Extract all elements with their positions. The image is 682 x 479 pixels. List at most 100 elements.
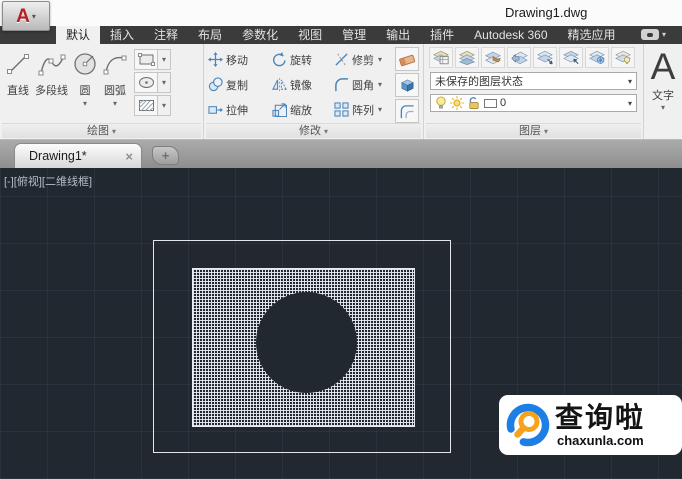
- array-button[interactable]: 阵列 ▾: [334, 97, 400, 122]
- document-title: Drawing1.dwg: [505, 5, 587, 20]
- chevron-down-icon: ▾: [113, 99, 117, 108]
- arc-icon: [102, 48, 128, 80]
- offset-icon: [399, 104, 415, 119]
- chevron-down-icon: ▾: [378, 80, 382, 89]
- explode-icon: [399, 77, 416, 93]
- fillet-icon: [334, 77, 349, 92]
- layer-isolate-icon: [536, 50, 554, 65]
- panel-layers: 未保存的图层状态 ▾ 0 ▾ 图层▾: [424, 44, 644, 139]
- tab-annotate[interactable]: 注释: [144, 26, 188, 44]
- chevron-down-icon: ▾: [644, 103, 682, 112]
- rotate-icon: [272, 52, 287, 67]
- fillet-button[interactable]: 圆角 ▾: [334, 72, 400, 97]
- rectangle-button[interactable]: [134, 49, 158, 70]
- text-button[interactable]: A: [644, 47, 682, 87]
- hatch-icon: [138, 99, 155, 112]
- layer-match-icon: [458, 50, 476, 65]
- layer-dropdown[interactable]: 0 ▾: [430, 94, 637, 112]
- viewport-controls[interactable]: [-][俯视][二维线框]: [4, 173, 92, 189]
- chevron-down-icon: ▾: [112, 127, 116, 136]
- stretch-button[interactable]: 拉伸: [208, 97, 272, 122]
- polyline-icon: [37, 48, 67, 80]
- chevron-down-icon: ▾: [83, 99, 87, 108]
- camera-icon: [641, 29, 659, 40]
- trim-button[interactable]: 修剪 ▾: [334, 47, 400, 72]
- layer-isolate-button[interactable]: [533, 47, 557, 68]
- panel-annotation: A 文字 ▾: [644, 44, 682, 139]
- panel-title-draw[interactable]: 绘图▾: [2, 123, 201, 138]
- file-tab-drawing1[interactable]: Drawing1* ×: [14, 143, 142, 168]
- tab-layout[interactable]: 布局: [188, 26, 232, 44]
- chevron-down-icon: ▾: [378, 105, 382, 114]
- panel-modify: 移动 旋转 修剪 ▾ 复制 镜像 圆角 ▾: [204, 44, 424, 139]
- line-button[interactable]: 直线: [3, 47, 33, 116]
- array-icon: [334, 102, 349, 117]
- tab-view[interactable]: 视图: [288, 26, 332, 44]
- rectangle-dropdown[interactable]: ▾: [158, 49, 171, 70]
- chevron-down-icon: ▾: [32, 12, 36, 21]
- ribbon: 直线 多段线 圆 ▾ 圆弧 ▾: [0, 44, 682, 140]
- watermark-badge: 查询啦 chaxunla.com: [499, 395, 682, 455]
- offset-button[interactable]: [395, 99, 419, 123]
- drawn-hatch-rectangle[interactable]: [192, 268, 415, 427]
- drawn-circle-hole[interactable]: [256, 292, 357, 393]
- layer-freeze-button[interactable]: [585, 47, 609, 68]
- chevron-down-icon: ▾: [544, 127, 548, 136]
- erase-button[interactable]: [395, 47, 419, 71]
- watermark-domain: chaxunla.com: [555, 434, 645, 447]
- lightbulb-icon: [435, 96, 447, 110]
- autocad-logo-icon: A: [16, 7, 30, 26]
- rectangle-icon: [138, 53, 155, 66]
- magnifier-logo-icon: [502, 399, 554, 451]
- tab-insert[interactable]: 插入: [100, 26, 144, 44]
- arc-button[interactable]: 圆弧 ▾: [100, 47, 130, 116]
- layer-properties-button[interactable]: [429, 47, 453, 68]
- explode-button[interactable]: [395, 73, 419, 97]
- chevron-down-icon: ▾: [324, 127, 328, 136]
- move-button[interactable]: 移动: [208, 47, 272, 72]
- panel-title-layers[interactable]: 图层▾: [426, 123, 641, 138]
- panel-title-modify[interactable]: 修改▾: [206, 123, 421, 138]
- scale-button[interactable]: 缩放: [272, 97, 334, 122]
- mirror-button[interactable]: 镜像: [272, 72, 334, 97]
- ribbon-display-toggle[interactable]: ▾: [641, 29, 666, 40]
- layer-match-button[interactable]: [455, 47, 479, 68]
- scale-icon: [272, 102, 287, 117]
- drawing-viewport[interactable]: [-][俯视][二维线框] 查询啦 chaxunla.com: [0, 168, 682, 479]
- chevron-down-icon: ▾: [378, 55, 382, 64]
- tab-plugins[interactable]: 插件: [420, 26, 464, 44]
- rotate-button[interactable]: 旋转: [272, 47, 334, 72]
- close-icon[interactable]: ×: [125, 149, 133, 164]
- unlock-icon: [467, 96, 481, 110]
- layer-state-dropdown[interactable]: 未保存的图层状态 ▾: [430, 72, 637, 90]
- ellipse-button[interactable]: [134, 72, 158, 93]
- layer-previous-button[interactable]: [507, 47, 531, 68]
- layer-current-icon: [484, 50, 502, 65]
- layer-state-value: 未保存的图层状态: [435, 73, 628, 89]
- file-tab-bar: Drawing1* × +: [0, 140, 682, 168]
- tab-default[interactable]: 默认: [56, 26, 100, 44]
- layer-off-button[interactable]: [611, 47, 635, 68]
- ellipse-dropdown[interactable]: ▾: [158, 72, 171, 93]
- layer-unisolate-button[interactable]: [559, 47, 583, 68]
- polyline-button[interactable]: 多段线: [33, 47, 70, 116]
- tab-featured-apps[interactable]: 精选应用: [558, 26, 626, 44]
- tab-autodesk360[interactable]: Autodesk 360: [464, 26, 557, 44]
- tab-parametric[interactable]: 参数化: [232, 26, 288, 44]
- circle-button[interactable]: 圆 ▾: [70, 47, 100, 116]
- layer-off-icon: [614, 50, 632, 65]
- app-menu-button[interactable]: A ▾: [2, 1, 50, 31]
- layer-properties-icon: [432, 50, 450, 65]
- watermark-name: 查询啦: [555, 403, 645, 433]
- tab-manage[interactable]: 管理: [332, 26, 376, 44]
- tab-output[interactable]: 输出: [376, 26, 420, 44]
- text-button-label: 文字: [644, 87, 682, 103]
- panel-draw: 直线 多段线 圆 ▾ 圆弧 ▾: [0, 44, 204, 139]
- hatch-dropdown[interactable]: ▾: [158, 95, 171, 116]
- new-tab-button[interactable]: +: [152, 146, 179, 165]
- copy-button[interactable]: 复制: [208, 72, 272, 97]
- layer-current-button[interactable]: [481, 47, 505, 68]
- circle-icon: [72, 48, 98, 80]
- hatch-button[interactable]: [134, 95, 158, 116]
- current-layer-name: 0: [500, 97, 625, 109]
